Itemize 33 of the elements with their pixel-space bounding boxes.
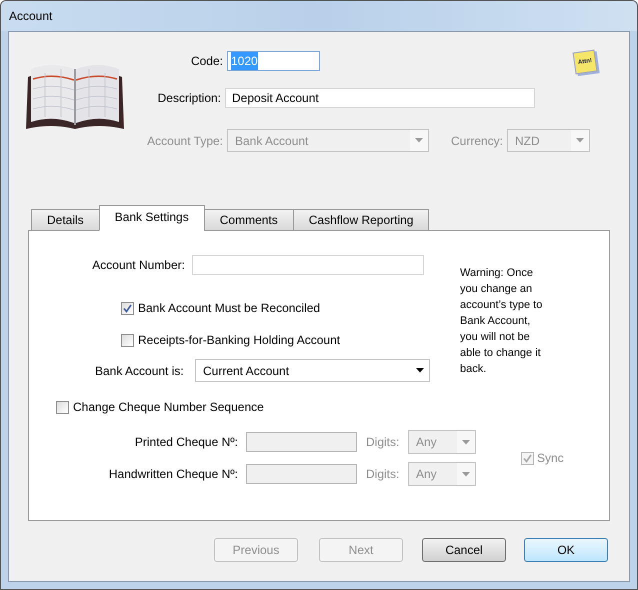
window-title: Account <box>9 8 52 25</box>
dropdown-arrow-icon <box>416 368 424 373</box>
dropdown-arrow-icon <box>462 440 470 444</box>
checkbox[interactable] <box>121 302 134 314</box>
account-number-field[interactable] <box>192 255 424 275</box>
dialog-button[interactable]: Cancel <box>422 538 506 562</box>
description-field[interactable]: Deposit Account <box>225 88 535 108</box>
checkbox[interactable] <box>56 400 69 414</box>
warning-text: Warning: Once you change an account’s type to Bank Account, you will not be able to change it back. <box>460 266 544 377</box>
tab[interactable]: Cashflow Reporting <box>292 209 430 231</box>
field-label: Currency: <box>451 132 504 150</box>
field-label: Handwritten Cheque Nº: <box>108 466 239 483</box>
tab[interactable]: Comments <box>204 209 294 231</box>
dropdown[interactable]: Current Account <box>195 359 430 382</box>
checkbox-label: Change Cheque Number Sequence <box>73 399 264 416</box>
field-label: Code: <box>190 53 224 70</box>
checkbox-label: Receipts-for-Banking Holding Account <box>138 332 340 349</box>
checkbox[interactable] <box>121 334 134 346</box>
dropdown-arrow-icon <box>415 138 423 143</box>
field-label: Description: <box>156 90 222 107</box>
field-label: Printed Cheque Nº: <box>134 434 239 451</box>
field-label: Digits: <box>366 466 400 483</box>
field-label: Account Type: <box>146 132 224 150</box>
tab[interactable]: Details <box>31 209 100 231</box>
field-label: Digits: <box>366 434 400 451</box>
dropdown-arrow-icon <box>462 472 470 476</box>
field-label: Bank Account is: <box>94 362 185 380</box>
dropdown-arrow-icon <box>576 138 584 143</box>
dialog-button[interactable]: OK <box>524 538 608 562</box>
tab[interactable]: Bank Settings <box>98 205 205 231</box>
field-label: Account Number: <box>91 257 186 274</box>
checkbox-label: Bank Account Must be Reconciled <box>138 300 320 317</box>
checkbox-label: Sync <box>537 450 564 467</box>
